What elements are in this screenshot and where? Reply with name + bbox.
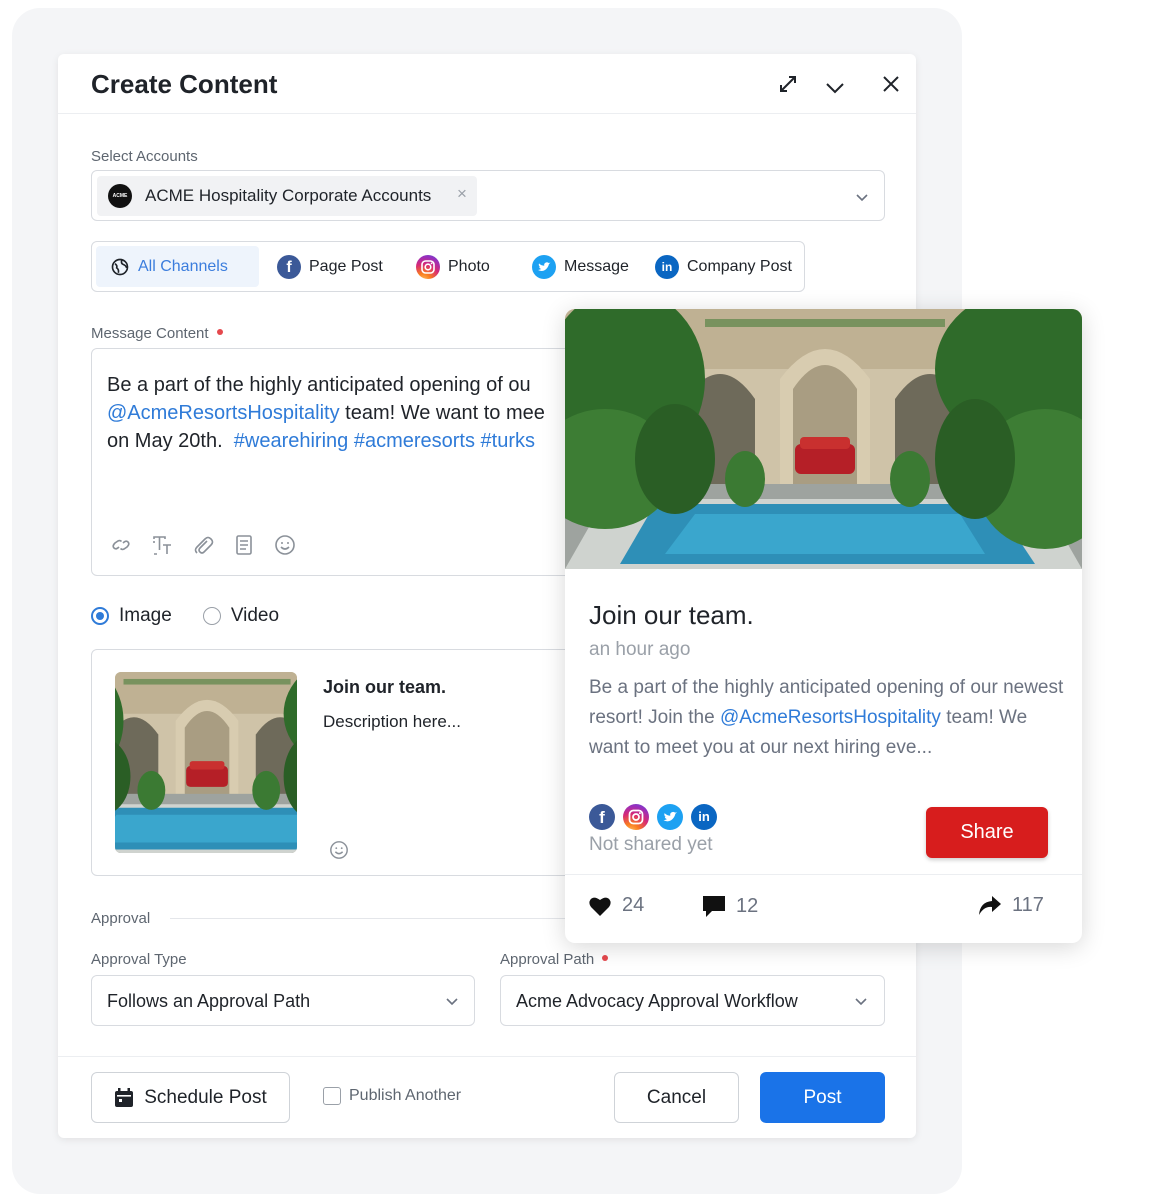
twitter-icon <box>532 254 556 279</box>
approval-path-value: Acme Advocacy Approval Workflow <box>516 991 798 1011</box>
preview-title: Join our team. <box>589 600 754 630</box>
message-line-2: team! We want to mee <box>339 402 545 424</box>
tab-label: All Channels <box>138 257 228 275</box>
hashtags[interactable]: #wearehiring #acmeresorts #turks <box>234 430 535 452</box>
tab-company-post[interactable]: in Company Post <box>655 246 792 287</box>
video-radio-label: Video <box>230 605 280 626</box>
preview-timestamp: an hour ago <box>589 639 691 660</box>
facebook-icon: f <box>589 804 615 830</box>
preview-body: Be a part of the highly anticipated open… <box>589 673 1069 763</box>
courtyard-thumbnail[interactable] <box>115 672 297 853</box>
text-format-icon[interactable] <box>151 534 173 556</box>
publish-another-option[interactable]: Publish Another <box>323 1087 461 1105</box>
channel-tabs: All Channels f Page Post Photo Message i… <box>91 241 805 292</box>
comments-stat[interactable]: 12 <box>702 894 758 918</box>
shares-count: 117 <box>1012 894 1044 916</box>
approval-type-value: Follows an Approval Path <box>107 991 311 1011</box>
shares-stat[interactable]: 117 <box>978 894 1044 917</box>
tab-message[interactable]: Message <box>532 246 629 287</box>
instagram-icon <box>623 804 649 830</box>
collapse-chevron-icon[interactable] <box>823 76 847 100</box>
linkedin-icon: in <box>691 804 717 830</box>
acme-logo: ACME <box>108 184 132 208</box>
message-content-label-text: Message Content <box>91 325 209 342</box>
globe-icon <box>111 258 129 275</box>
dialog-header: Create Content <box>58 54 916 114</box>
preview-network-icons: f in <box>589 804 725 830</box>
close-icon[interactable] <box>879 72 903 96</box>
courtyard-image <box>565 309 1082 569</box>
twitter-icon <box>657 804 683 830</box>
account-chip: ACME ACME Hospitality Corporate Accounts… <box>97 176 477 216</box>
tab-all-channels[interactable]: All Channels <box>96 246 259 287</box>
calendar-icon <box>115 1087 134 1107</box>
dialog-title: Create Content <box>91 69 278 99</box>
approval-section-label: Approval <box>91 910 151 927</box>
post-preview-card: Join our team. an hour ago Be a part of … <box>565 309 1082 943</box>
account-name: ACME Hospitality Corporate Accounts <box>145 186 432 205</box>
emoji-icon[interactable] <box>274 534 296 556</box>
heart-icon <box>589 897 611 916</box>
schedule-post-label: Schedule Post <box>144 1086 267 1108</box>
message-line-3: on May 20th. <box>107 430 223 452</box>
tab-label: Company Post <box>687 257 792 275</box>
approval-type-label: Approval Type <box>91 951 187 968</box>
share-status: Not shared yet <box>589 834 713 855</box>
likes-stat[interactable]: 24 <box>588 894 644 917</box>
media-title[interactable]: Join our team. <box>323 677 446 698</box>
preview-mention-link[interactable]: @AcmeResortsHospitality <box>720 707 941 728</box>
approval-path-label: Approval Path <box>500 951 609 968</box>
required-dot <box>602 955 609 962</box>
share-arrow-icon <box>979 895 1001 915</box>
cancel-button[interactable]: Cancel <box>614 1072 739 1123</box>
video-radio[interactable] <box>202 607 221 625</box>
image-radio[interactable] <box>91 607 109 625</box>
link-icon[interactable] <box>110 534 132 556</box>
message-line-1: Be a part of the highly anticipated open… <box>107 374 531 396</box>
chevron-down-icon[interactable] <box>853 993 869 1009</box>
remove-account-icon[interactable]: × <box>457 184 467 204</box>
publish-another-checkbox[interactable] <box>323 1087 341 1105</box>
tab-label: Message <box>564 257 629 275</box>
approval-path-label-text: Approval Path <box>500 951 595 968</box>
tab-label: Page Post <box>309 257 383 275</box>
comment-icon <box>703 896 725 917</box>
post-button[interactable]: Post <box>760 1072 885 1123</box>
tab-page-post[interactable]: f Page Post <box>277 246 383 287</box>
required-dot <box>216 329 223 336</box>
comments-count: 12 <box>736 894 759 917</box>
approval-path-select[interactable]: Acme Advocacy Approval Workflow <box>500 975 885 1026</box>
media-type-radios: Image Video <box>91 605 279 627</box>
instagram-icon <box>416 254 440 279</box>
likes-count: 24 <box>622 894 645 916</box>
image-radio-label: Image <box>119 605 172 626</box>
linkedin-icon: in <box>655 254 679 279</box>
attachment-icon[interactable] <box>192 534 214 556</box>
document-icon[interactable] <box>233 534 255 556</box>
facebook-icon: f <box>277 254 301 279</box>
tab-photo[interactable]: Photo <box>416 246 490 287</box>
schedule-post-button[interactable]: Schedule Post <box>91 1072 290 1123</box>
chevron-down-icon[interactable] <box>444 993 460 1009</box>
publish-another-label: Publish Another <box>349 1087 462 1104</box>
share-button[interactable]: Share <box>926 807 1048 858</box>
editor-toolbar <box>110 534 315 556</box>
card-divider <box>565 874 1082 875</box>
message-content-label: Message Content <box>91 325 223 342</box>
expand-icon[interactable] <box>776 72 800 96</box>
chevron-down-icon[interactable] <box>854 189 870 205</box>
mention-link[interactable]: @AcmeResortsHospitality <box>107 402 340 424</box>
select-accounts-label: Select Accounts <box>91 148 198 165</box>
approval-type-select[interactable]: Follows an Approval Path <box>91 975 475 1026</box>
emoji-icon[interactable] <box>329 840 349 860</box>
media-description[interactable]: Description here... <box>323 712 461 732</box>
tab-label: Photo <box>448 257 490 275</box>
accounts-select[interactable]: ACME ACME Hospitality Corporate Accounts… <box>91 170 885 221</box>
